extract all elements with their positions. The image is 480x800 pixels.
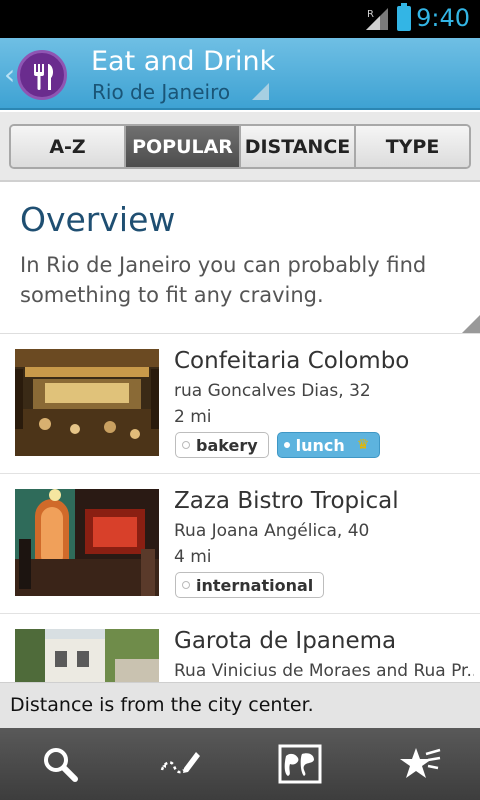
tag-label: lunch [295,435,345,455]
venue-name: Zaza Bistro Tropical [174,488,399,514]
status-bar: R 9:40 [0,0,480,38]
search-button[interactable] [0,728,120,800]
tag-label: bakery [196,435,258,455]
overview-title: Overview [20,200,176,239]
venue-address: Rua Joana Angélica, 40 [174,521,370,541]
map-icon [278,744,322,784]
expand-corner-icon[interactable] [462,315,480,333]
distance-toast: Distance is from the city center. [0,682,480,728]
tag-list: bakery lunch ♛ [175,432,381,458]
venue-photo [15,349,159,456]
tab-a-z[interactable]: A-Z [11,126,126,167]
status-time: 9:40 [416,4,470,32]
page-title: Eat and Drink [91,46,276,77]
tab-group: A-Z POPULAR DISTANCE TYPE [9,124,471,169]
venue-name: Garota de Ipanema [174,628,397,654]
battery-icon [397,3,411,31]
favorites-button[interactable] [360,728,480,800]
overview-section[interactable]: Overview In Rio de Janeiro you can proba… [0,184,480,334]
venue-address: Rua Vinicius de Moraes and Rua Pr... [174,661,474,681]
list-item[interactable]: Zaza Bistro Tropical Rua Joana Angélica,… [0,474,480,614]
tab-distance[interactable]: DISTANCE [241,126,356,167]
venue-photo [15,489,159,596]
overview-text: In Rio de Janeiro you can probably find … [20,253,427,307]
tag-lunch[interactable]: lunch ♛ [276,432,381,458]
tag-dot-icon [283,442,290,448]
list-item[interactable]: Confeitaria Colombo rua Goncalves Dias, … [0,334,480,474]
favorites-star-icon [400,748,441,778]
bottom-nav [0,728,480,800]
edit-route-icon [160,752,200,774]
tag-dot-icon [182,441,190,449]
action-bar: ‹ Eat and Drink Rio de Janeiro [0,38,480,110]
venue-name: Confeitaria Colombo [174,348,410,374]
edit-route-button[interactable] [120,728,240,800]
back-chevron-icon[interactable]: ‹ [4,58,15,91]
venue-distance: 2 mi [174,407,212,427]
sort-tabs: A-Z POPULAR DISTANCE TYPE [0,112,480,182]
signal-icon: R [366,8,388,30]
map-button[interactable] [240,728,360,800]
venue-address: rua Goncalves Dias, 32 [174,381,371,401]
tag-label: international [196,575,314,595]
search-icon [44,748,78,782]
tag-list: international [175,572,325,598]
tag-bakery[interactable]: bakery [175,432,269,458]
tag-international[interactable]: international [175,572,325,598]
city-selector[interactable]: Rio de Janeiro [92,80,230,104]
tab-type[interactable]: TYPE [356,126,469,167]
signal-roaming-label: R [367,9,374,20]
tab-popular[interactable]: POPULAR [126,126,241,167]
dropdown-arrow-icon[interactable] [252,83,269,100]
crown-icon: ♛ [356,437,370,453]
tag-dot-icon [182,581,190,589]
fork-knife-icon[interactable] [17,50,67,100]
venue-distance: 4 mi [174,547,212,567]
